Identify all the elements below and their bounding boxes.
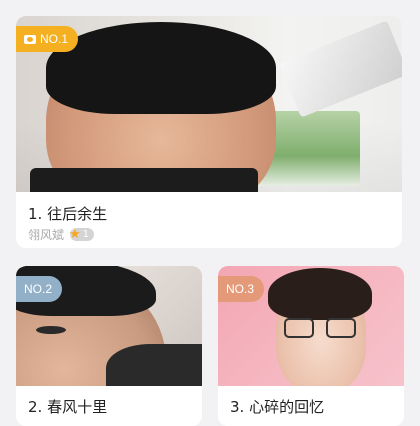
- shirt: [106, 344, 202, 386]
- rank-label: NO.2: [24, 282, 53, 296]
- rank-badge: NO.2: [16, 276, 63, 302]
- level-badge: ★ 1: [69, 226, 95, 242]
- rank-label: NO.1: [40, 32, 69, 46]
- rank-badge: NO.1: [16, 26, 79, 52]
- song-card-2[interactable]: NO.2 2. 春风十里: [16, 266, 202, 426]
- song-title[interactable]: 1. 往后余生: [28, 203, 107, 224]
- star-icon: ★: [69, 226, 81, 242]
- glasses-left: [284, 318, 314, 338]
- rank-label: NO.3: [226, 282, 255, 296]
- song-card-3[interactable]: NO.3 3. 心碎的回忆: [218, 266, 404, 426]
- song-card-1[interactable]: NO.1 1. 往后余生 翎风斌 ★ 1: [16, 16, 402, 248]
- eye: [36, 326, 66, 334]
- glasses-right: [326, 318, 356, 338]
- sun-visor: [279, 20, 402, 118]
- singer-name[interactable]: 翎风斌: [28, 226, 64, 243]
- rank-badge: NO.3: [218, 276, 265, 302]
- song-meta: 翎风斌 ★ 1: [28, 226, 95, 243]
- song-title[interactable]: 2. 春风十里: [28, 396, 107, 417]
- hair: [46, 22, 276, 114]
- hair: [268, 268, 372, 320]
- level-number: 1: [82, 228, 90, 240]
- sunglasses: [30, 168, 258, 192]
- camera-icon: [24, 35, 36, 44]
- song-title[interactable]: 3. 心碎的回忆: [230, 396, 324, 417]
